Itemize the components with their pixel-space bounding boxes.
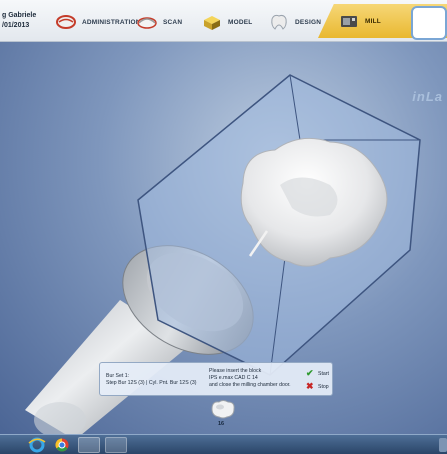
workflow-bar: g Gabriele /01/2013 ADMINISTRATION SCAN … [0,0,447,42]
app-logo [411,6,447,40]
administration-tooth-icon [56,15,76,29]
mill-machine-icon [341,16,357,27]
stop-x-icon: ✖ [306,381,314,391]
stop-label: Stop [318,383,329,390]
restoration-block-icon[interactable] [209,398,237,420]
bur-set-title: Bur Set 1: [106,373,130,379]
instruction-line-2: IPS e.max CAD C 14 [209,375,258,381]
brand-watermark: inLa [412,89,443,104]
start-button[interactable]: ✔ Start [306,369,329,378]
bur-set-detail: Step Bur 12S (3) | Cyl. Pnt. Bur 12S (3) [106,380,197,386]
step-scan-label: SCAN [163,18,183,26]
start-check-icon: ✔ [306,368,314,378]
model-cube-icon [204,16,220,30]
show-desktop-button[interactable] [439,438,447,452]
step-design[interactable]: DESIGN [268,9,321,35]
windows-taskbar [0,434,447,454]
instruction-line-3: and close the milling chamber door. [209,382,291,388]
step-administration-label: ADMINISTRATION [82,18,141,26]
step-model[interactable]: MODEL [201,9,252,35]
start-orb-icon[interactable] [0,437,10,453]
cerec-app-icon[interactable] [78,437,100,453]
design-tooth-icon [271,14,287,30]
stop-button[interactable]: ✖ Stop [306,382,329,391]
instruction-line-1: Please insert the block [209,368,262,374]
patient-name: g Gabriele [2,12,37,19]
step-mill-label: MILL [365,17,381,25]
patient-date: /01/2013 [2,22,30,29]
scan-jaw-icon [137,17,157,29]
chrome-icon[interactable] [51,437,73,453]
patient-info: g Gabriele /01/2013 [2,11,36,31]
step-model-label: MODEL [228,18,253,26]
mill-info-panel: Bur Set 1: Step Bur 12S (3) | Cyl. Pnt. … [99,362,333,396]
internet-explorer-icon[interactable] [26,437,48,453]
step-design-label: DESIGN [295,18,322,26]
step-scan[interactable]: SCAN [136,9,182,35]
step-administration[interactable]: ADMINISTRATION [55,9,141,35]
block-number: 16 [218,421,225,427]
start-label: Start [318,370,329,377]
sirona-app-icon[interactable] [105,437,127,453]
